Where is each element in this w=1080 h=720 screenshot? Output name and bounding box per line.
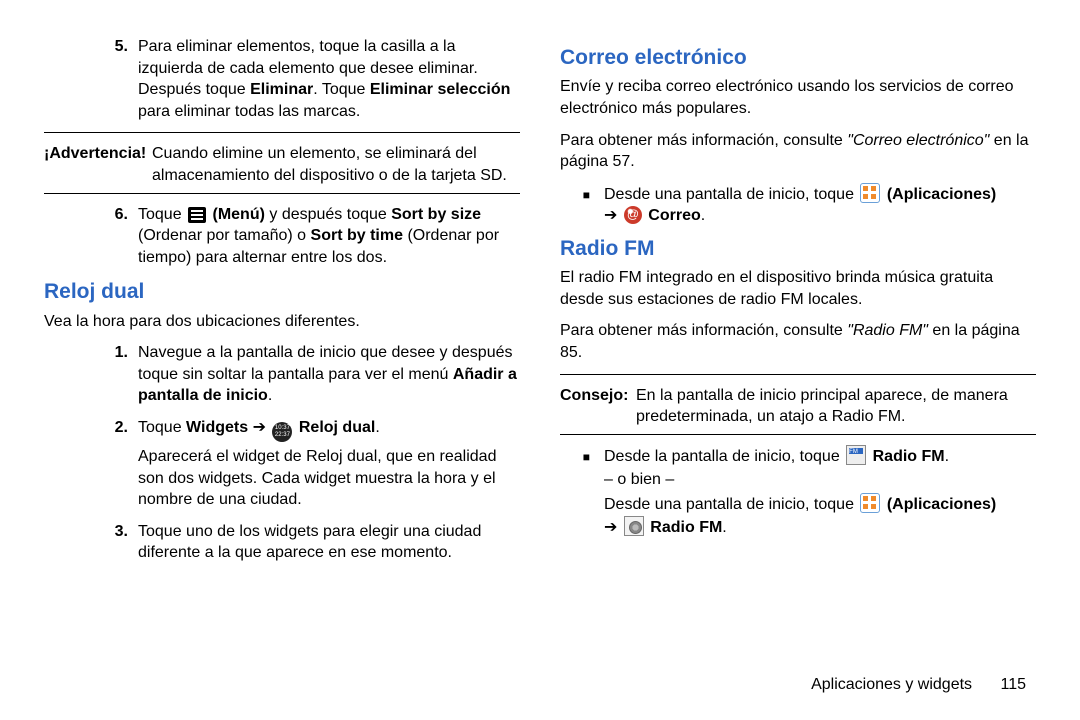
step-6: 6. Toque (Menú) y después toque Sort by …: [44, 204, 520, 269]
consejo-text: En la pantalla de inicio principal apare…: [636, 385, 1036, 428]
text: Toque: [138, 206, 186, 223]
bold: Eliminar selección: [370, 81, 511, 98]
italic: "Radio FM": [847, 322, 928, 339]
text: .: [268, 387, 272, 404]
arrow: ➔: [604, 207, 622, 224]
bullet-body: Desde una pantalla de inicio, toque (Apl…: [604, 183, 1036, 227]
heading-radio: Radio FM: [560, 235, 1036, 263]
apps-icon: [860, 183, 880, 203]
footer-section: Aplicaciones y widgets: [811, 676, 972, 693]
warning: ¡Advertencia! Cuando elimine un elemento…: [44, 143, 520, 186]
text: Desde la pantalla de inicio, toque: [604, 448, 844, 465]
clock-icon: 10:3722:37: [272, 422, 292, 442]
bold: Radio FM: [868, 448, 944, 465]
reloj-step-1: 1. Navegue a la pantalla de inicio que d…: [44, 342, 520, 407]
bold: (Menú): [208, 206, 265, 223]
step-number: 6.: [98, 204, 138, 269]
step-number: 5.: [98, 36, 138, 122]
radio-moreinfo: Para obtener más información, consulte "…: [560, 320, 1036, 363]
divider: [44, 193, 520, 194]
bold: Sort by size: [391, 206, 481, 223]
consejo-label: Consejo:: [560, 385, 636, 428]
bold: Sort by time: [311, 227, 403, 244]
bullet-icon: ■: [560, 183, 604, 227]
step-number: 1.: [98, 342, 138, 407]
italic: "Correo electrónico": [847, 132, 989, 149]
reloj-step-2: 2. Toque Widgets ➔ 10:3722:37 Reloj dual…: [44, 417, 520, 511]
text: .: [722, 519, 726, 536]
mail-icon: [624, 206, 642, 224]
text: (Ordenar por tamaño) o: [138, 227, 311, 244]
consejo: Consejo: En la pantalla de inicio princi…: [560, 385, 1036, 428]
text: .: [375, 419, 379, 436]
line-1: Desde la pantalla de inicio, toque Radio…: [604, 445, 1036, 468]
text: Toque: [138, 419, 186, 436]
step-body: Navegue a la pantalla de inicio que dese…: [138, 342, 520, 407]
bold: Reloj dual: [294, 419, 375, 436]
step-number: 2.: [98, 417, 138, 511]
menu-icon: [188, 207, 206, 223]
reloj-step-3: 3. Toque uno de los widgets para elegir …: [44, 521, 520, 564]
right-column: Correo electrónico Envíe y reciba correo…: [540, 36, 1036, 700]
clock-top: 10:37: [275, 425, 290, 431]
heading-correo: Correo electrónico: [560, 44, 1036, 72]
heading-reloj-dual: Reloj dual: [44, 278, 520, 306]
clock-bot: 22:37: [275, 432, 290, 438]
page: 5. Para eliminar elementos, toque la cas…: [0, 0, 1080, 720]
bold: (Aplicaciones): [882, 186, 996, 203]
step-line: Toque Widgets ➔ 10:3722:37 Reloj dual.: [138, 417, 520, 442]
text: .: [701, 207, 705, 224]
text: Para obtener más información, consulte: [560, 132, 847, 149]
step-number: 3.: [98, 521, 138, 564]
step-followup: Aparecerá el widget de Reloj dual, que e…: [138, 446, 520, 511]
or-line: – o bien –: [604, 469, 1036, 491]
correo-moreinfo: Para obtener más información, consulte "…: [560, 130, 1036, 173]
text: .: [945, 448, 949, 465]
divider: [560, 374, 1036, 375]
arrow: ➔: [248, 419, 270, 436]
step-5: 5. Para eliminar elementos, toque la cas…: [44, 36, 520, 122]
bold: Radio FM: [646, 519, 722, 536]
radio-home-icon: [846, 445, 866, 465]
text: y después toque: [265, 206, 391, 223]
bold: Eliminar: [250, 81, 313, 98]
divider: [560, 434, 1036, 435]
bold: Correo: [644, 207, 701, 224]
footer: Aplicaciones y widgets 115: [811, 674, 1026, 696]
bold: Widgets: [186, 419, 248, 436]
arrow: ➔: [604, 519, 622, 536]
correo-intro: Envíe y reciba correo electrónico usando…: [560, 76, 1036, 119]
apps-icon: [860, 493, 880, 513]
warning-label: ¡Advertencia!: [44, 143, 152, 186]
text: Desde una pantalla de inicio, toque: [604, 496, 858, 513]
radio-app-icon: [624, 516, 644, 536]
warning-text: Cuando elimine un elemento, se eliminará…: [152, 143, 520, 186]
step-body: Toque Widgets ➔ 10:3722:37 Reloj dual. A…: [138, 417, 520, 511]
step-body: Toque (Menú) y después toque Sort by siz…: [138, 204, 520, 269]
bullet-correo: ■ Desde una pantalla de inicio, toque (A…: [560, 183, 1036, 227]
bullet-radio: ■ Desde la pantalla de inicio, toque Rad…: [560, 445, 1036, 538]
bullet-body: Desde la pantalla de inicio, toque Radio…: [604, 445, 1036, 538]
left-column: 5. Para eliminar elementos, toque la cas…: [44, 36, 540, 700]
reloj-intro: Vea la hora para dos ubicaciones diferen…: [44, 311, 520, 333]
bullet-icon: ■: [560, 445, 604, 538]
text: para eliminar todas las marcas.: [138, 103, 360, 120]
step-body: Para eliminar elementos, toque la casill…: [138, 36, 520, 122]
page-number: 115: [1000, 676, 1026, 693]
divider: [44, 132, 520, 133]
text: . Toque: [313, 81, 370, 98]
text: Para obtener más información, consulte: [560, 322, 847, 339]
text: Desde una pantalla de inicio, toque: [604, 186, 858, 203]
bold: (Aplicaciones): [882, 496, 996, 513]
step-body: Toque uno de los widgets para elegir una…: [138, 521, 520, 564]
line-2: Desde una pantalla de inicio, toque (Apl…: [604, 493, 1036, 538]
radio-intro: El radio FM integrado en el dispositivo …: [560, 267, 1036, 310]
